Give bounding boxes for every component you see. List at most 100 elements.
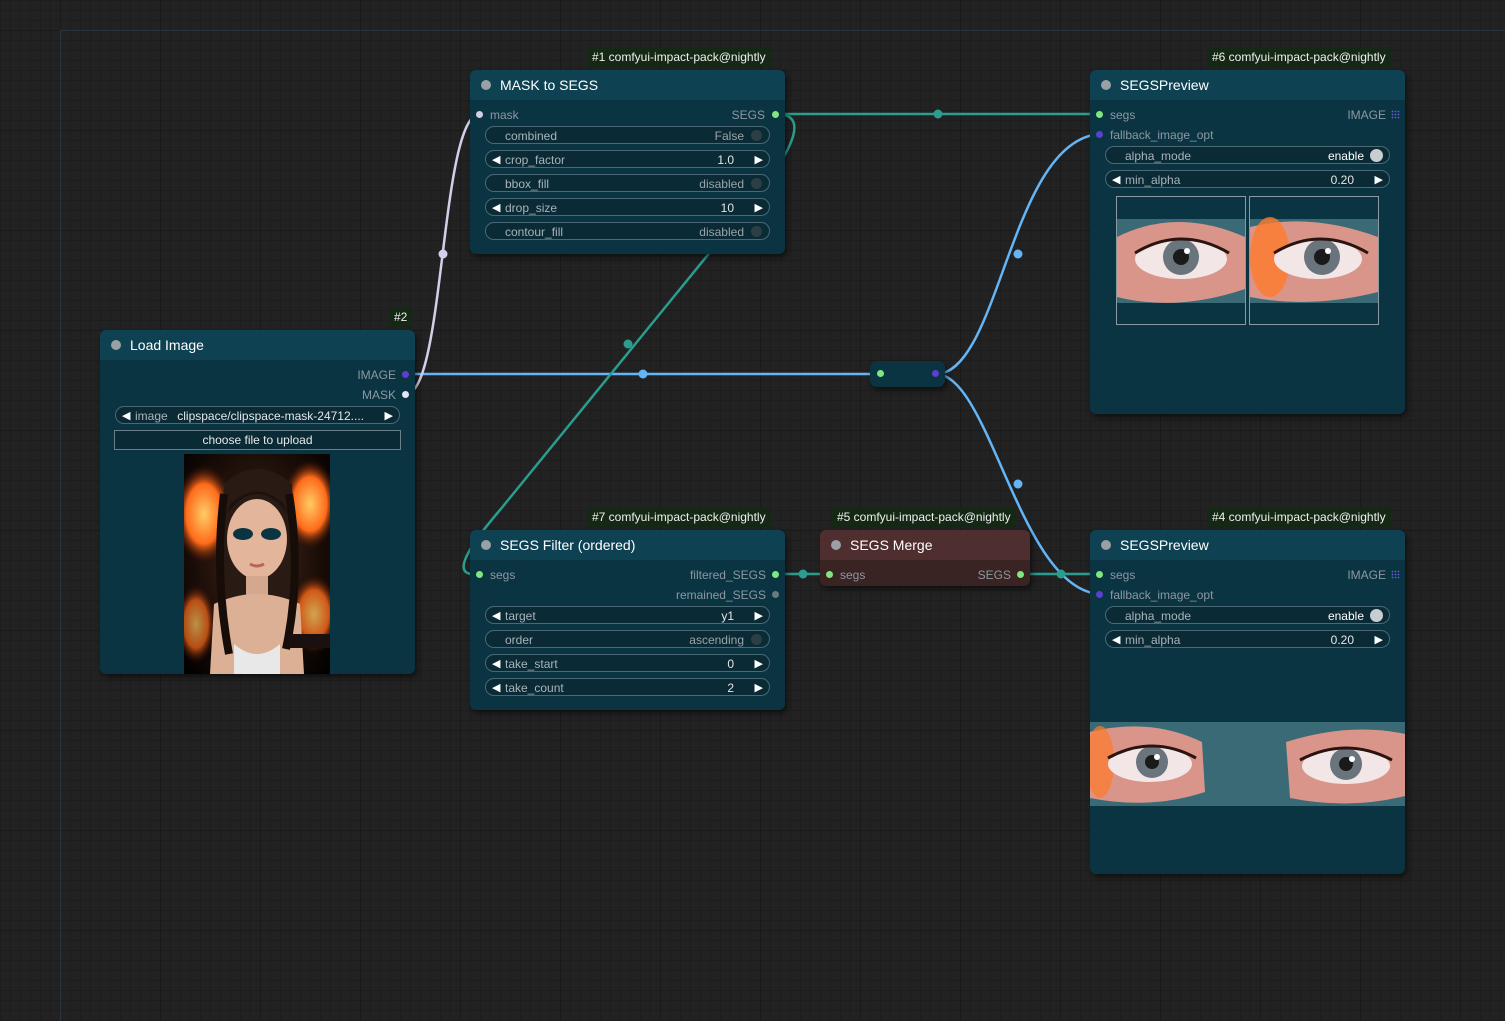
arrow-left-icon[interactable]: ◀ — [492, 681, 500, 694]
collapse-dot-icon[interactable] — [111, 340, 121, 350]
order-toggle[interactable]: order ascending — [485, 630, 770, 648]
node-badge-2: #2 — [389, 307, 413, 327]
widget-label: bbox_fill — [505, 177, 550, 191]
arrow-right-icon[interactable]: ▶ — [1375, 633, 1383, 646]
widget-value: 10 — [720, 201, 734, 215]
take-count-number[interactable]: ◀ take_count 2 ▶ — [485, 678, 770, 696]
reroute-input-dot[interactable] — [877, 370, 884, 377]
segs-input-dot[interactable] — [1096, 111, 1103, 118]
widget-label: alpha_mode — [1125, 149, 1192, 163]
grid-icon[interactable] — [1391, 110, 1400, 119]
mask-input-label: mask — [490, 108, 519, 122]
node-segs-preview-6[interactable]: SEGSPreview segs fallback_image_opt IMAG… — [1090, 70, 1405, 414]
mask-input-dot[interactable] — [476, 111, 483, 118]
widget-label: take_count — [505, 681, 564, 695]
segs-input-dot[interactable] — [476, 571, 483, 578]
widget-value: 1.0 — [717, 153, 734, 167]
arrow-right-icon[interactable]: ▶ — [1375, 173, 1383, 186]
fallback-input-label: fallback_image_opt — [1110, 128, 1214, 142]
arrow-right-icon[interactable]: ▶ — [755, 153, 763, 166]
preview-thumbnail-2[interactable] — [1249, 196, 1379, 325]
collapse-dot-icon[interactable] — [481, 540, 491, 550]
arrow-left-icon[interactable]: ◀ — [492, 657, 500, 670]
image-combo[interactable]: ◀ image clipspace/clipspace-mask-24712..… — [115, 406, 400, 424]
reroute-output-dot[interactable] — [932, 370, 939, 377]
image-output-dot[interactable] — [402, 371, 409, 378]
alpha-mode-toggle[interactable]: alpha_mode enable — [1105, 146, 1390, 164]
preview-thumbnail-1[interactable] — [1116, 196, 1246, 325]
bbox-fill-toggle[interactable]: bbox_fill disabled — [485, 174, 770, 192]
eye-crop-image — [1117, 197, 1245, 324]
collapse-dot-icon[interactable] — [1101, 540, 1111, 550]
widget-label: crop_factor — [505, 153, 566, 167]
arrow-left-icon[interactable]: ◀ — [1112, 633, 1120, 646]
collapse-dot-icon[interactable] — [1101, 80, 1111, 90]
take-start-number[interactable]: ◀ take_start 0 ▶ — [485, 654, 770, 672]
arrow-right-icon[interactable]: ▶ — [755, 657, 763, 670]
arrow-left-icon[interactable]: ◀ — [122, 409, 130, 422]
widget-value: 0.20 — [1330, 633, 1354, 647]
collapse-dot-icon[interactable] — [831, 540, 841, 550]
node-segs-filter-ordered[interactable]: SEGS Filter (ordered) segs filtered_SEGS… — [470, 530, 785, 710]
arrow-right-icon[interactable]: ▶ — [755, 609, 763, 622]
arrow-left-icon[interactable]: ◀ — [1112, 173, 1120, 186]
reroute-node[interactable] — [870, 361, 945, 387]
node-load-image[interactable]: Load Image IMAGE MASK ◀ image clipspace/… — [100, 330, 415, 674]
widget-label: order — [505, 633, 534, 647]
collapse-dot-icon[interactable] — [481, 80, 491, 90]
node-header[interactable]: SEGS Filter (ordered) — [470, 530, 785, 560]
contour-fill-toggle[interactable]: contour_fill disabled — [485, 222, 770, 240]
arrow-right-icon[interactable]: ▶ — [755, 681, 763, 694]
segs-input-label: segs — [840, 568, 866, 582]
choose-file-button[interactable]: choose file to upload — [114, 430, 401, 450]
node-header[interactable]: Load Image — [100, 330, 415, 360]
node-title: SEGS Filter (ordered) — [500, 537, 636, 553]
min-alpha-number[interactable]: ◀ min_alpha 0.20 ▶ — [1105, 630, 1390, 648]
drop-size-number[interactable]: ◀ drop_size 10 ▶ — [485, 198, 770, 216]
fallback-input-dot[interactable] — [1096, 131, 1103, 138]
widget-label: target — [505, 609, 536, 623]
segs-input-label: segs — [490, 568, 516, 582]
fallback-input-dot[interactable] — [1096, 591, 1103, 598]
arrow-right-icon[interactable]: ▶ — [755, 201, 763, 214]
arrow-left-icon[interactable]: ◀ — [492, 153, 500, 166]
widget-value: clipspace/clipspace-mask-24712.... — [177, 409, 364, 423]
arrow-left-icon[interactable]: ◀ — [492, 201, 500, 214]
segs-input-dot[interactable] — [1096, 571, 1103, 578]
segs-output-label: SEGS — [977, 568, 1011, 582]
segs-output-dot[interactable] — [1017, 571, 1024, 578]
alpha-mode-toggle[interactable]: alpha_mode enable — [1105, 606, 1390, 624]
node-title: MASK to SEGS — [500, 77, 599, 93]
toggle-icon — [751, 226, 762, 237]
node-segs-merge[interactable]: SEGS Merge segs SEGS — [820, 530, 1030, 586]
node-header[interactable]: SEGSPreview — [1090, 530, 1405, 560]
node-title: Load Image — [130, 337, 204, 353]
widget-label: drop_size — [505, 201, 558, 215]
combined-toggle[interactable]: combined False — [485, 126, 770, 144]
remained-segs-output-dot[interactable] — [772, 591, 779, 598]
target-combo[interactable]: ◀ target y1 ▶ — [485, 606, 770, 624]
merged-preview-image[interactable] — [1090, 722, 1405, 806]
arrow-left-icon[interactable]: ◀ — [492, 609, 500, 622]
widget-value: enable — [1327, 149, 1364, 163]
crop-factor-number[interactable]: ◀ crop_factor 1.0 ▶ — [485, 150, 770, 168]
grid-icon[interactable] — [1391, 570, 1400, 579]
mask-link-midpoint — [438, 249, 448, 259]
image-link-midpoint-3 — [1013, 479, 1023, 489]
node-header[interactable]: SEGS Merge — [820, 530, 1030, 560]
min-alpha-number[interactable]: ◀ min_alpha 0.20 ▶ — [1105, 170, 1390, 188]
node-header[interactable]: SEGSPreview — [1090, 70, 1405, 100]
widget-value: disabled — [699, 225, 744, 239]
widget-label: min_alpha — [1125, 173, 1181, 187]
node-mask-to-segs[interactable]: MASK to SEGS mask SEGS combined False ◀ … — [470, 70, 785, 254]
toggle-icon — [751, 178, 762, 189]
filtered-segs-output-dot[interactable] — [772, 571, 779, 578]
remained-segs-output-label: remained_SEGS — [675, 588, 766, 602]
arrow-right-icon[interactable]: ▶ — [385, 409, 393, 422]
segs-input-dot[interactable] — [826, 571, 833, 578]
segs-output-dot[interactable] — [772, 111, 779, 118]
node-header[interactable]: MASK to SEGS — [470, 70, 785, 100]
mask-output-dot[interactable] — [402, 391, 409, 398]
node-segs-preview-4[interactable]: SEGSPreview segs fallback_image_opt IMAG… — [1090, 530, 1405, 874]
widget-value: y1 — [721, 609, 734, 623]
